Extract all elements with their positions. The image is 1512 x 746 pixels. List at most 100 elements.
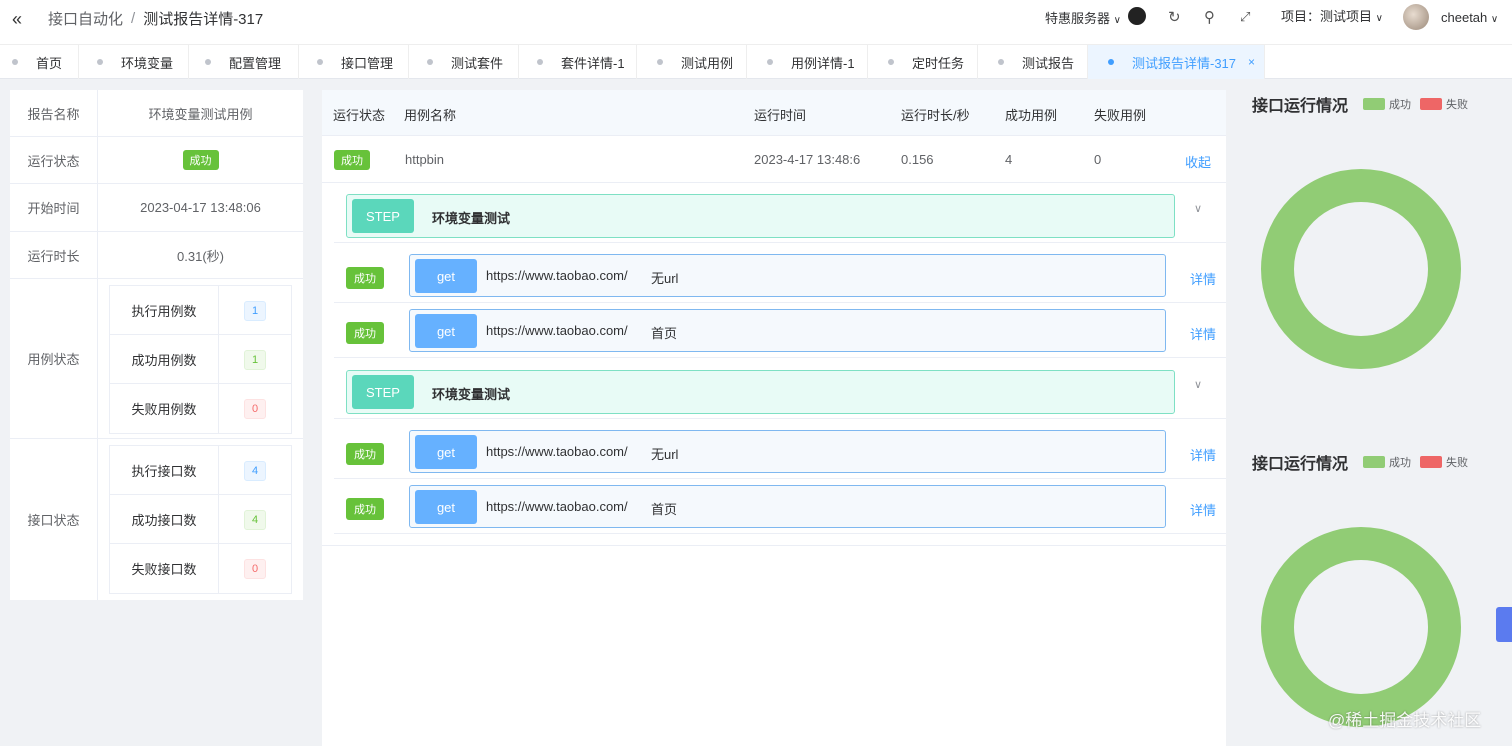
divider — [334, 533, 1226, 534]
api-request-bar[interactable]: get https://www.taobao.com/ 无url — [409, 254, 1166, 297]
breadcrumb-item-current: 测试报告详情-317 — [143, 11, 264, 28]
tab-dot-icon — [97, 59, 103, 65]
fullscreen-icon[interactable]: ⤢ — [1240, 9, 1250, 25]
column-header: 运行时长/秒 — [901, 108, 970, 123]
tab-home[interactable]: 首页 — [0, 45, 79, 79]
api-request-bar[interactable]: get https://www.taobao.com/ 首页 — [409, 485, 1166, 528]
divider — [334, 418, 1226, 419]
legend-label: 失败 — [1446, 457, 1468, 469]
summary-value: 环境变量测试用例 — [148, 106, 253, 122]
legend-swatch — [1420, 456, 1442, 468]
summary-key: 用例状态 — [10, 279, 98, 438]
tab-report-detail[interactable]: 测试报告详情-317 × — [1088, 45, 1265, 79]
legend-swatch — [1363, 98, 1385, 110]
api-request-bar[interactable]: get https://www.taobao.com/ 无url — [409, 430, 1166, 473]
tab-label: 首页 — [36, 55, 63, 71]
api-url: https://www.taobao.com/ — [486, 444, 628, 459]
breadcrumb-item-api-automation[interactable]: 接口自动化 — [48, 8, 123, 29]
status-badge: 成功 — [346, 443, 384, 465]
http-method: get — [415, 314, 477, 348]
chevron-down-icon[interactable]: ∨ — [1194, 202, 1202, 215]
side-float-button[interactable] — [1496, 607, 1512, 642]
tab-config[interactable]: 配置管理 — [189, 45, 299, 79]
collapse-sidebar-icon[interactable]: « — [12, 9, 22, 30]
api-stat-row: 成功接口数 4 — [110, 495, 291, 544]
donut-slice-success[interactable] — [1261, 527, 1461, 727]
tab-scheduled-tasks[interactable]: 定时任务 — [868, 45, 978, 79]
tab-test-suite[interactable]: 测试套件 — [409, 45, 519, 79]
collapse-link[interactable]: 收起 — [1185, 152, 1211, 171]
fail-count: 0 — [1094, 152, 1102, 167]
avatar[interactable] — [1403, 4, 1429, 30]
tab-label: 环境变量 — [121, 55, 174, 71]
tab-dot-icon — [205, 59, 211, 65]
search-icon[interactable]: ⚲ — [1204, 8, 1215, 26]
legend-item-success[interactable]: 成功 — [1363, 454, 1411, 470]
chevron-down-icon[interactable]: ∨ — [1194, 378, 1202, 391]
step-block[interactable]: STEP 环境变量测试 — [346, 370, 1175, 414]
status-badge: 成功 — [334, 150, 370, 170]
stat-label: 成功用例数 — [110, 335, 219, 384]
tab-dot-icon — [888, 59, 894, 65]
refresh-icon[interactable]: ↻ — [1168, 8, 1181, 26]
case-stats-table: 执行用例数 1 成功用例数 1 失败用例数 0 — [109, 285, 292, 434]
api-url: https://www.taobao.com/ — [486, 323, 628, 338]
legend-item-success[interactable]: 成功 — [1363, 96, 1411, 112]
tab-case-detail[interactable]: 用例详情-1 — [747, 45, 868, 79]
stat-value-cell: 4 — [219, 495, 291, 544]
step-name: 环境变量测试 — [432, 211, 511, 226]
tab-test-reports[interactable]: 测试报告 — [978, 45, 1088, 79]
username-menu[interactable]: cheetah ∨ — [1441, 10, 1498, 25]
success-count: 4 — [1005, 152, 1013, 167]
summary-row-duration: 运行时长 0.31(秒) — [10, 232, 303, 279]
tab-api-management[interactable]: 接口管理 — [299, 45, 409, 79]
tab-label: 套件详情-1 — [561, 55, 625, 71]
detail-link[interactable]: 详情 — [1190, 500, 1216, 519]
column-header: 失败用例 — [1094, 108, 1147, 123]
chevron-down-icon: ∨ — [1113, 15, 1121, 26]
api-stat-row: 失败接口数 0 — [110, 544, 291, 593]
case-stat-row: 执行用例数 1 — [110, 286, 291, 335]
stat-label: 执行接口数 — [110, 446, 219, 495]
donut-slice-success[interactable] — [1261, 169, 1461, 369]
detail-link[interactable]: 详情 — [1190, 445, 1216, 464]
step-name: 环境变量测试 — [432, 387, 511, 402]
tab-test-cases[interactable]: 测试用例 — [637, 45, 747, 79]
tab-label: 定时任务 — [912, 55, 965, 71]
column-header: 成功用例 — [1005, 108, 1058, 123]
project-selector[interactable]: 项目：测试项目 ∨ — [1281, 6, 1383, 25]
api-request-bar[interactable]: get https://www.taobao.com/ 首页 — [409, 309, 1166, 352]
service-menu[interactable]: 特惠服务器 ∨ — [1045, 8, 1121, 27]
column-header: 运行时间 — [754, 108, 807, 123]
tab-dot-icon — [1108, 59, 1114, 65]
chevron-down-icon: ∨ — [1375, 13, 1383, 24]
legend-item-fail[interactable]: 失败 — [1420, 96, 1468, 112]
case-results-table: 运行状态 用例名称 运行时间 运行时长/秒 成功用例 失败用例 成功 httpb… — [322, 90, 1226, 746]
legend-swatch — [1363, 456, 1385, 468]
api-stat-row: 执行接口数 4 — [110, 446, 291, 495]
tab-env-vars[interactable]: 环境变量 — [79, 45, 189, 79]
legend-item-fail[interactable]: 失败 — [1420, 454, 1468, 470]
summary-value: 0.31(秒) — [177, 248, 224, 264]
run-time: 2023-4-17 13:48:6 — [754, 152, 861, 167]
step-tag: STEP — [352, 199, 414, 233]
summary-row-report-name: 报告名称 环境变量测试用例 — [10, 90, 303, 137]
divider — [334, 357, 1226, 358]
close-icon[interactable]: × — [1248, 55, 1255, 69]
username: cheetah — [1441, 10, 1488, 25]
detail-link[interactable]: 详情 — [1190, 269, 1216, 288]
http-method: get — [415, 435, 477, 469]
detail-link[interactable]: 详情 — [1190, 324, 1216, 343]
http-method: get — [415, 490, 477, 524]
project-label: 项目：测试项目 — [1281, 9, 1373, 24]
tab-suite-detail[interactable]: 套件详情-1 — [519, 45, 637, 79]
status-badge: 成功 — [346, 322, 384, 344]
summary-value: 2023-04-17 13:48:06 — [140, 200, 261, 215]
top-header: « 接口自动化 / 测试报告详情-317 特惠服务器 ∨ ↻ ⚲ ⤢ 项目：测试… — [0, 0, 1512, 44]
github-icon[interactable] — [1128, 7, 1146, 25]
stat-label: 执行用例数 — [110, 286, 219, 335]
tab-dot-icon — [998, 59, 1004, 65]
step-block[interactable]: STEP 环境变量测试 — [346, 194, 1175, 238]
chevron-down-icon: ∨ — [1490, 14, 1499, 25]
summary-row-start-time: 开始时间 2023-04-17 13:48:06 — [10, 184, 303, 232]
